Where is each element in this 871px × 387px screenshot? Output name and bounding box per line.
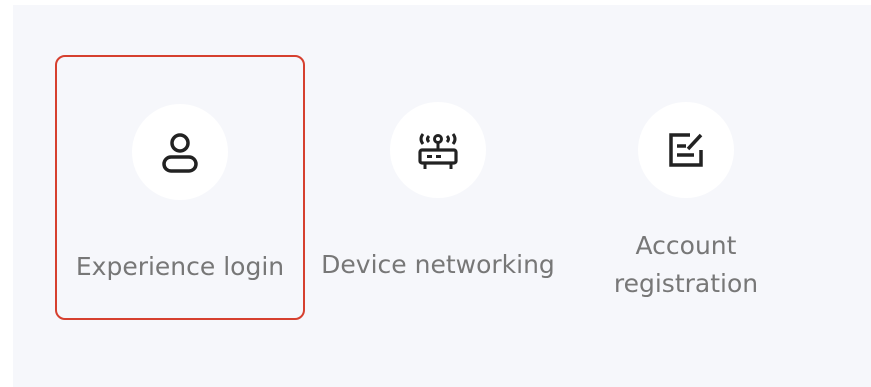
option-device-networking[interactable]: Device networking bbox=[313, 55, 563, 320]
icon-circle bbox=[390, 102, 486, 198]
option-label: Experience login bbox=[75, 252, 285, 281]
option-panel: Experience login Device networking Accou… bbox=[13, 5, 871, 387]
user-icon bbox=[162, 133, 198, 173]
option-label: Account registration bbox=[613, 231, 759, 298]
option-account-registration[interactable]: Account registration bbox=[561, 55, 811, 320]
icon-circle bbox=[132, 104, 228, 200]
edit-icon bbox=[669, 133, 703, 167]
option-label: Device networking bbox=[321, 250, 555, 279]
icon-circle bbox=[638, 102, 734, 198]
option-experience-login[interactable]: Experience login bbox=[55, 55, 305, 320]
router-icon bbox=[418, 133, 458, 169]
